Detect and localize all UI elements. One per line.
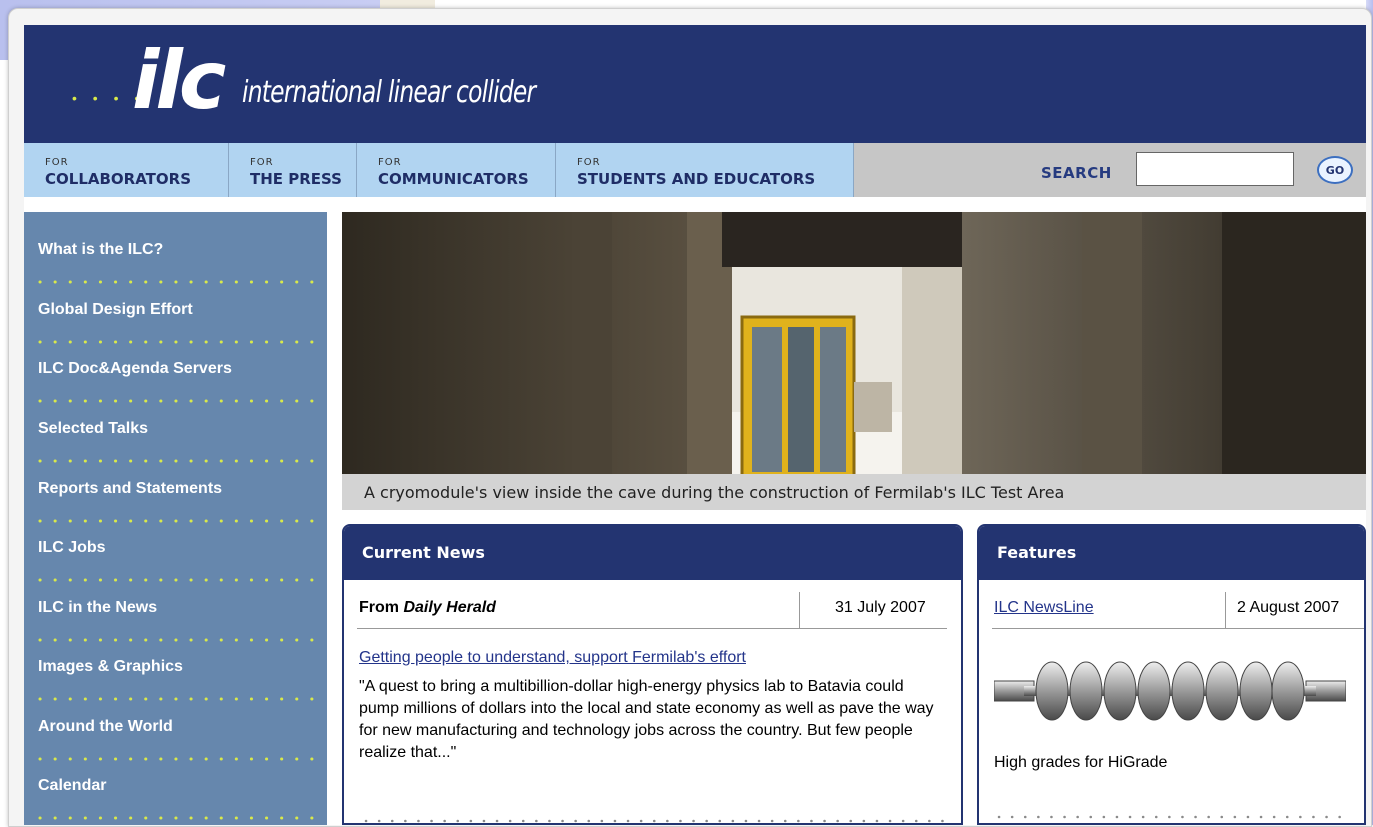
dotted-divider <box>38 399 323 403</box>
sidebar-item-images-graphics[interactable]: Images & Graphics <box>38 658 183 676</box>
dotted-divider <box>38 697 323 701</box>
feature-date: 2 August 2007 <box>1237 599 1340 616</box>
news-excerpt: "A quest to bring a multibillion-dollar … <box>359 678 934 761</box>
news-source: From Daily Herald <box>359 599 496 617</box>
ilc-logo[interactable]: ilc <box>132 33 226 129</box>
feature-caption: High grades for HiGrade <box>994 754 1168 771</box>
search-input[interactable] <box>1136 152 1294 186</box>
tab-label: COLLABORATORS <box>45 170 192 188</box>
sidebar-item-ilc-in-the-news[interactable]: ILC in the News <box>38 599 157 617</box>
sidebar-item-what-is-the-ilc[interactable]: What is the ILC? <box>38 241 163 259</box>
sidebar: What is the ILC? Global Design Effort IL… <box>24 212 327 825</box>
site-header: • • • • ilc international linear collide… <box>24 25 1366 143</box>
sidebar-item-around-the-world[interactable]: Around the World <box>38 718 173 736</box>
divider <box>1225 592 1226 628</box>
dotted-divider <box>38 578 323 582</box>
tab-students-and-educators[interactable]: FOR STUDENTS AND EDUCATORS <box>556 143 854 197</box>
hero-caption-text: A cryomodule's view inside the cave duri… <box>364 483 1065 502</box>
news-headline-link[interactable]: Getting people to understand, support Fe… <box>359 649 746 667</box>
tab-prefix: FOR <box>577 157 601 168</box>
dotted-divider <box>38 280 323 284</box>
newsline-link[interactable]: ILC NewsLine <box>994 599 1094 617</box>
sidebar-item-selected-talks[interactable]: Selected Talks <box>38 420 148 438</box>
panel-header: Features <box>979 526 1364 580</box>
cavity-image[interactable] <box>994 659 1346 723</box>
dotted-divider <box>38 519 323 523</box>
tab-prefix: FOR <box>378 157 402 168</box>
search-label: SEARCH <box>1041 164 1112 182</box>
panel-title: Features <box>997 543 1077 562</box>
tab-prefix: FOR <box>250 157 274 168</box>
dotted-divider <box>38 459 323 463</box>
tab-label: STUDENTS AND EDUCATORS <box>577 170 816 188</box>
features-panel: Features ILC NewsLine 2 August 2007 High… <box>977 524 1366 825</box>
tab-the-press[interactable]: FOR THE PRESS <box>229 143 357 197</box>
panel-title: Current News <box>362 543 485 562</box>
divider <box>799 592 800 628</box>
sidebar-item-doc-agenda-servers[interactable]: ILC Doc&Agenda Servers <box>38 360 232 378</box>
news-source-row: From Daily Herald 31 July 2007 <box>357 592 947 629</box>
dotted-divider <box>364 819 949 823</box>
sidebar-item-calendar[interactable]: Calendar <box>38 777 106 795</box>
dotted-divider <box>38 757 323 761</box>
sidebar-item-reports-and-statements[interactable]: Reports and Statements <box>38 480 222 498</box>
tunnel-photo-illustration <box>342 212 1366 474</box>
feature-source-row: ILC NewsLine 2 August 2007 <box>992 592 1364 629</box>
panel-header: Current News <box>344 526 961 580</box>
hero-caption: A cryomodule's view inside the cave duri… <box>342 474 1366 510</box>
dotted-divider <box>997 815 1347 819</box>
tab-label: THE PRESS <box>250 170 342 188</box>
dotted-divider <box>38 816 323 820</box>
site-title: international linear collider <box>242 75 536 110</box>
tab-communicators[interactable]: FOR COMMUNICATORS <box>357 143 556 197</box>
source-prefix: From <box>359 599 404 616</box>
current-news-panel: Current News From Daily Herald 31 July 2… <box>342 524 963 825</box>
news-date: 31 July 2007 <box>835 599 926 616</box>
sidebar-item-global-design-effort[interactable]: Global Design Effort <box>38 301 193 319</box>
go-button[interactable]: GO <box>1317 156 1353 184</box>
tab-label: COMMUNICATORS <box>378 170 529 188</box>
source-name: Daily Herald <box>403 599 496 616</box>
dotted-divider <box>38 340 323 344</box>
sidebar-item-ilc-jobs[interactable]: ILC Jobs <box>38 539 106 557</box>
dotted-divider <box>38 638 323 642</box>
ilc-homepage: • • • • ilc international linear collide… <box>24 25 1366 825</box>
tab-collaborators[interactable]: FOR COLLABORATORS <box>24 143 229 197</box>
tab-prefix: FOR <box>45 157 69 168</box>
hero-photo[interactable] <box>342 212 1366 474</box>
